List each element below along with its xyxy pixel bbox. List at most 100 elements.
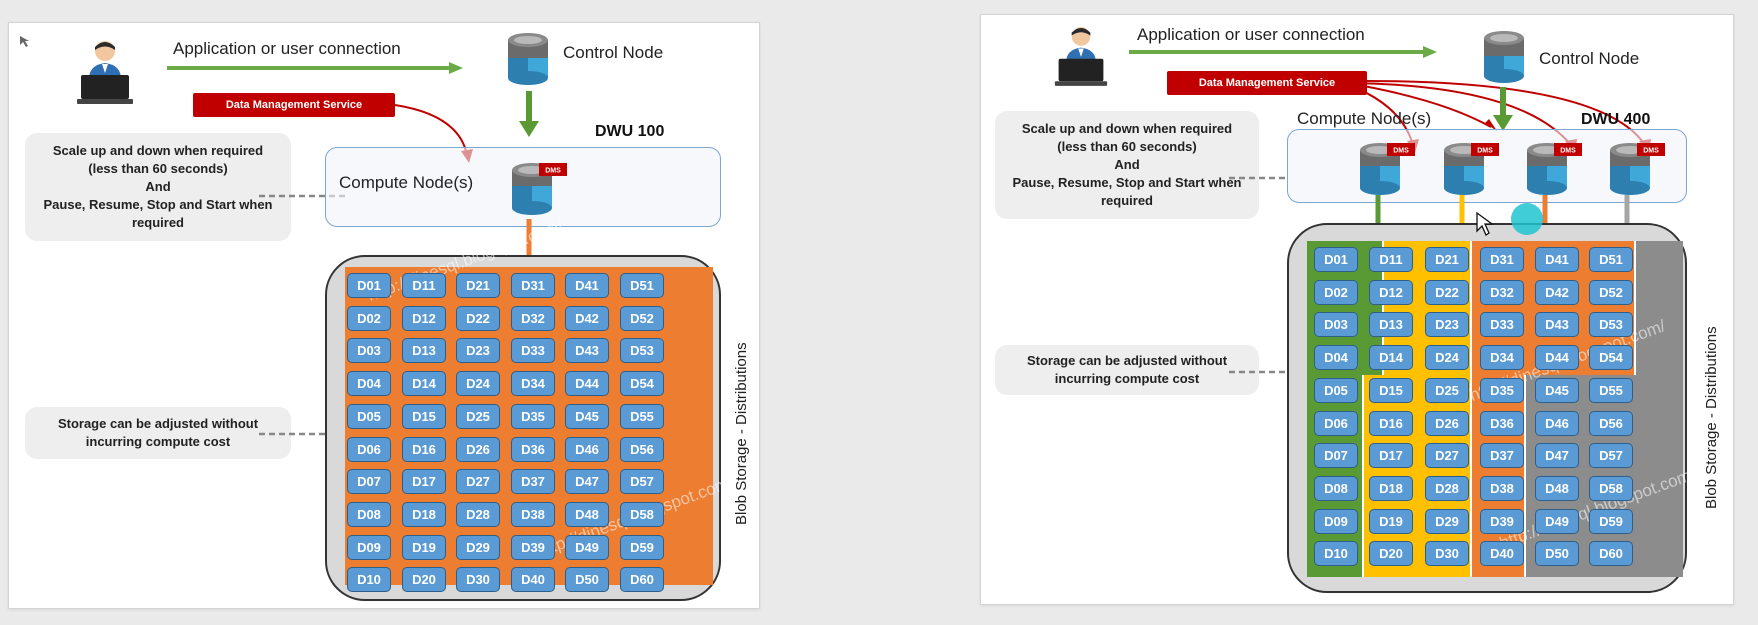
- distribution-d13: D13: [1369, 312, 1413, 338]
- distribution-d20: D20: [1369, 541, 1413, 567]
- distribution-d31: D31: [511, 273, 555, 298]
- distribution-d30: D30: [456, 567, 500, 593]
- distribution-d44: D44: [565, 371, 609, 397]
- dwu-label: DWU 100: [595, 123, 665, 140]
- distribution-d12: D12: [1369, 279, 1413, 305]
- distribution-d21: D21: [456, 273, 500, 298]
- distribution-d08: D08: [347, 501, 391, 527]
- distribution-d46: D46: [565, 436, 609, 462]
- storage-note: Storage can be adjusted without incurrin…: [25, 407, 291, 459]
- distribution-d38: D38: [511, 501, 555, 527]
- distribution-d45: D45: [565, 403, 609, 429]
- distribution-d60: D60: [1589, 541, 1633, 567]
- distribution-d07: D07: [347, 469, 391, 495]
- distribution-d52: D52: [1589, 279, 1633, 305]
- distribution-d02: D02: [347, 305, 391, 331]
- distribution-d22: D22: [1425, 279, 1469, 305]
- distribution-d39: D39: [1480, 508, 1524, 534]
- compute-node-icon: DMS: [1527, 143, 1582, 195]
- distribution-d42: D42: [1535, 279, 1579, 305]
- distribution-d59: D59: [1589, 508, 1633, 534]
- distribution-d51: D51: [620, 273, 664, 298]
- storage-note-line: Storage can be adjusted without: [57, 416, 259, 431]
- distribution-d34: D34: [1480, 345, 1524, 371]
- distribution-d25: D25: [1425, 377, 1469, 403]
- distribution-d36: D36: [1480, 410, 1524, 436]
- distribution-d24: D24: [456, 371, 500, 397]
- distribution-d31: D31: [1480, 247, 1524, 272]
- distribution-d26: D26: [1425, 410, 1469, 436]
- scale-note-line: Pause, Resume, Stop and Start when: [43, 197, 273, 212]
- distribution-d02: D02: [1314, 279, 1358, 305]
- pointer-icon: [20, 36, 29, 47]
- distribution-d19: D19: [402, 534, 446, 560]
- scale-note-line: And: [145, 179, 171, 194]
- distribution-d18: D18: [1369, 475, 1413, 501]
- distribution-d30: D30: [1425, 541, 1469, 567]
- distribution-d37: D37: [511, 469, 555, 495]
- distribution-d52: D52: [620, 305, 664, 331]
- distribution-d53: D53: [620, 338, 664, 364]
- distribution-d54: D54: [620, 371, 664, 397]
- distribution-d16: D16: [402, 436, 446, 462]
- distribution-d09: D09: [347, 534, 391, 560]
- compute-node-icon: DMS: [1444, 143, 1499, 195]
- distribution-d38: D38: [1480, 475, 1524, 501]
- distribution-d11: D11: [402, 273, 446, 298]
- distribution-d35: D35: [511, 403, 555, 429]
- distribution-d33: D33: [1480, 312, 1524, 338]
- distribution-d48: D48: [1535, 475, 1579, 501]
- storage-note-line: incurring compute cost: [85, 434, 231, 449]
- distribution-d37: D37: [1480, 443, 1524, 469]
- svg-text:DMS: DMS: [1477, 148, 1493, 155]
- distribution-d17: D17: [1369, 443, 1413, 469]
- distribution-d25: D25: [456, 403, 500, 429]
- distribution-d23: D23: [456, 338, 500, 364]
- distribution-d07: D07: [1314, 443, 1358, 469]
- distribution-d11: D11: [1369, 247, 1413, 272]
- svg-text:DMS: DMS: [545, 168, 561, 175]
- svg-text:DMS: DMS: [1393, 148, 1409, 155]
- distribution-d51: D51: [1589, 247, 1633, 272]
- distribution-d10: D10: [1314, 541, 1358, 567]
- distribution-d28: D28: [456, 501, 500, 527]
- distribution-d32: D32: [511, 305, 555, 331]
- distribution-d33: D33: [511, 338, 555, 364]
- distribution-d56: D56: [620, 436, 664, 462]
- distribution-d41: D41: [565, 273, 609, 298]
- distribution-d20: D20: [402, 567, 446, 593]
- distribution-d41: D41: [1535, 247, 1579, 272]
- distribution-d58: D58: [620, 501, 664, 527]
- mouse-cursor-icon: [1476, 211, 1494, 236]
- distribution-d34: D34: [511, 371, 555, 397]
- distribution-d39: D39: [511, 534, 555, 560]
- compute-node-icon: DMS: [1610, 143, 1665, 195]
- distribution-d17: D17: [402, 469, 446, 495]
- distribution-d57: D57: [1589, 443, 1633, 469]
- distribution-d55: D55: [620, 403, 664, 429]
- distribution-d03: D03: [1314, 312, 1358, 338]
- distribution-d32: D32: [1480, 279, 1524, 305]
- compute-nodes-label: Compute Node(s): [339, 173, 474, 192]
- distribution-d14: D14: [402, 371, 446, 397]
- distribution-d19: D19: [1369, 508, 1413, 534]
- distribution-d35: D35: [1480, 377, 1524, 403]
- distribution-d21: D21: [1425, 247, 1469, 272]
- svg-text:DMS: DMS: [1643, 148, 1659, 155]
- distribution-d13: D13: [402, 338, 446, 364]
- scale-note-line: Scale up and down when required: [52, 143, 264, 158]
- scale-note: Scale up and down when required (less th…: [25, 133, 291, 241]
- distribution-d59: D59: [620, 534, 664, 560]
- distribution-d46: D46: [1535, 410, 1579, 436]
- distribution-d05: D05: [1314, 377, 1358, 403]
- svg-text:DMS: DMS: [1560, 148, 1576, 155]
- distribution-d55: D55: [1589, 377, 1633, 403]
- distribution-d01: D01: [347, 273, 391, 298]
- distribution-d06: D06: [1314, 410, 1358, 436]
- distribution-d47: D47: [565, 469, 609, 495]
- scale-note-line: (less than 60 seconds): [88, 161, 228, 176]
- distribution-d22: D22: [456, 305, 500, 331]
- distribution-d27: D27: [456, 469, 500, 495]
- cursor-highlight: [1511, 203, 1543, 235]
- distribution-d27: D27: [1425, 443, 1469, 469]
